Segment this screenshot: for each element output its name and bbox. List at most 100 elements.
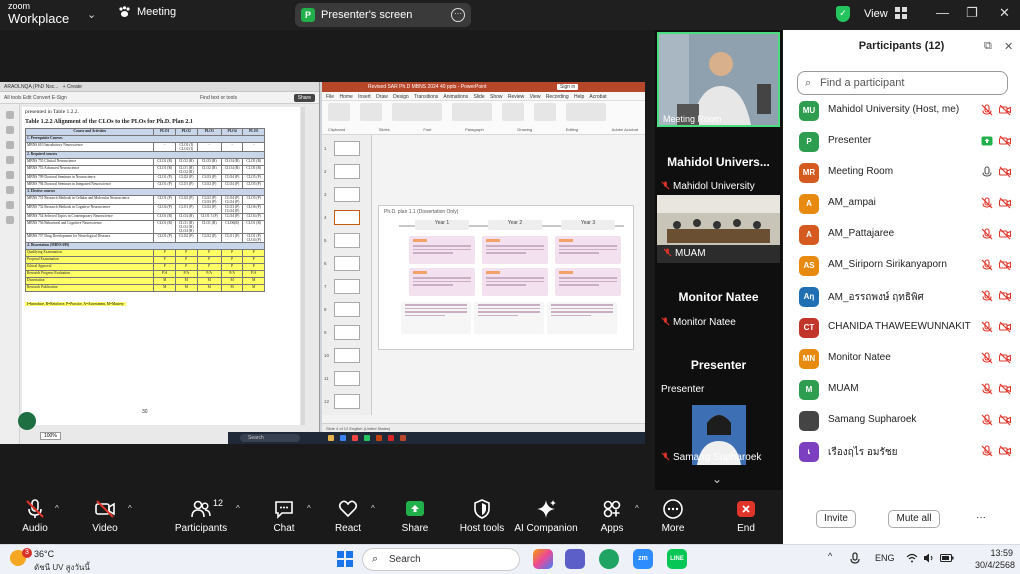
participant-row[interactable]: MN Monitor Natee <box>799 344 1013 374</box>
participant-row[interactable]: MR Meeting Room <box>799 158 1013 188</box>
participant-row[interactable]: เ เรืองฤไร อมรัชย <box>799 437 1013 467</box>
pdf-create-tab[interactable]: + Create <box>63 84 82 90</box>
close-icon[interactable]: ✕ <box>999 5 1010 21</box>
camera-off-icon[interactable] <box>999 166 1011 178</box>
participant-search-input[interactable]: ⌕ Find a participant <box>797 71 1008 95</box>
edit-pen-icon[interactable] <box>18 412 36 430</box>
zoom-app-icon[interactable]: zm <box>633 549 653 569</box>
pdf-find[interactable]: Find text or tools <box>200 95 237 101</box>
slide-canvas[interactable]: Ph.D. plan 1.1 (Dissertation Only) Year … <box>378 205 634 350</box>
camera-off-icon[interactable] <box>999 259 1011 271</box>
more-options-button[interactable]: ··· <box>971 510 991 528</box>
camera-off-icon[interactable] <box>999 135 1011 147</box>
mic-muted-icon[interactable] <box>981 445 993 457</box>
participant-row[interactable]: A AM_ampai <box>799 189 1013 219</box>
slide-thumbnail[interactable] <box>334 233 360 248</box>
tool-icon[interactable] <box>5 201 14 209</box>
ppt-menu-bar[interactable]: File Home Insert Draw Design Transitions… <box>322 92 645 101</box>
pdf-tab[interactable]: ARAOLNQA (PhD Nsc... <box>4 84 58 90</box>
caret-up-icon[interactable]: ^ <box>55 504 59 513</box>
ai-companion-button[interactable]: AI Companion <box>508 498 584 534</box>
screen-share-pill[interactable]: P Presenter's screen ··· <box>295 3 471 27</box>
slide-thumbnail[interactable] <box>334 141 360 156</box>
host-tools-button[interactable]: Host tools <box>447 498 517 534</box>
ribbon-group[interactable] <box>452 103 492 121</box>
slide-thumbnail[interactable] <box>334 210 360 225</box>
shared-screen[interactable]: ARAOLNQA (PhD Nsc... + Create All tools … <box>0 82 645 444</box>
camera-off-icon[interactable] <box>999 228 1011 240</box>
slide-thumbnail[interactable] <box>334 394 360 409</box>
app-icon[interactable] <box>376 435 382 441</box>
tool-icon[interactable] <box>5 141 14 149</box>
more-button[interactable]: More <box>638 498 708 534</box>
chevron-down-icon[interactable]: ⌄ <box>87 8 96 21</box>
slide-thumbnail[interactable] <box>334 256 360 271</box>
mute-all-button[interactable]: Mute all <box>888 510 940 528</box>
app-icon[interactable] <box>352 435 358 441</box>
close-icon[interactable]: ✕ <box>1004 40 1013 53</box>
mic-muted-icon[interactable] <box>981 259 993 271</box>
participant-row[interactable]: AS AM_Siriporn Sirikanyaporn <box>799 251 1013 281</box>
volume-icon[interactable] <box>923 553 935 563</box>
taskbar-search-input[interactable]: ⌕ Search <box>362 548 520 571</box>
camera-off-icon[interactable] <box>999 445 1011 457</box>
language-indicator[interactable]: ENG <box>875 553 895 563</box>
edge-icon[interactable] <box>599 549 619 569</box>
caret-up-icon[interactable]: ^ <box>128 504 132 513</box>
ribbon-group[interactable] <box>534 103 556 121</box>
inner-search[interactable]: Search <box>240 434 300 442</box>
mic-muted-icon[interactable] <box>981 104 993 116</box>
slide-thumbnail[interactable] <box>334 348 360 363</box>
slide-thumbnail[interactable] <box>334 371 360 386</box>
camera-off-icon[interactable] <box>999 290 1011 302</box>
view-button[interactable]: View <box>864 7 907 20</box>
app-icon[interactable] <box>400 435 406 441</box>
windows-start-icon[interactable] <box>337 551 353 567</box>
screen-share-icon[interactable] <box>981 135 993 147</box>
camera-off-icon[interactable] <box>999 414 1011 426</box>
camera-off-icon[interactable] <box>999 197 1011 209</box>
tool-icon[interactable] <box>5 111 14 119</box>
chevron-down-icon[interactable]: ⌄ <box>712 472 722 486</box>
slide-thumbnail[interactable] <box>334 279 360 294</box>
tool-icon[interactable] <box>5 156 14 164</box>
participant-row[interactable]: M MUAM <box>799 375 1013 405</box>
participant-row[interactable]: CT CHANIDA THAWEEWUNNAKIT <box>799 313 1013 343</box>
share-button[interactable]: Share <box>380 498 450 534</box>
slide-thumbnail[interactable] <box>334 187 360 202</box>
mic-muted-icon[interactable] <box>981 321 993 333</box>
participant-row[interactable]: Aη AM_อรรถพงษ์ ฤทธิพิศ <box>799 282 1013 312</box>
app-icon[interactable] <box>364 435 370 441</box>
video-tile-meeting-room[interactable]: Meeting Room <box>657 32 780 127</box>
participant-row[interactable]: A AM_Pattajaree <box>799 220 1013 250</box>
slide-thumbnail[interactable] <box>334 302 360 317</box>
participant-row[interactable]: MU Mahidol University (Host, me) <box>799 96 1013 126</box>
meeting-info-button[interactable]: Meeting <box>118 6 176 18</box>
app-icon[interactable] <box>340 435 346 441</box>
mic-muted-icon[interactable] <box>981 352 993 364</box>
ribbon-group[interactable] <box>328 103 350 121</box>
mic-muted-icon[interactable] <box>981 197 993 209</box>
participant-row[interactable]: P Presenter <box>799 127 1013 157</box>
camera-off-icon[interactable] <box>999 383 1011 395</box>
mic-icon[interactable] <box>850 552 860 566</box>
slide-thumbnail[interactable] <box>334 164 360 179</box>
restore-icon[interactable]: ❐ <box>966 5 978 21</box>
audio-button[interactable]: Audio ^ <box>0 498 70 534</box>
caret-up-icon[interactable]: ^ <box>371 504 375 513</box>
mic-muted-icon[interactable] <box>981 290 993 302</box>
caret-up-icon[interactable]: ^ <box>236 504 240 513</box>
chevron-up-icon[interactable]: ^ <box>828 551 832 561</box>
ribbon-group[interactable] <box>502 103 524 121</box>
mic-icon[interactable] <box>981 166 993 178</box>
battery-icon[interactable] <box>940 554 954 562</box>
minimize-icon[interactable]: — <box>936 5 949 20</box>
tool-icon[interactable] <box>5 171 14 179</box>
camera-off-icon[interactable] <box>999 104 1011 116</box>
camera-off-icon[interactable] <box>999 321 1011 333</box>
shield-check-icon[interactable]: ✓ <box>836 6 850 22</box>
pop-out-icon[interactable]: ⧉ <box>984 40 992 53</box>
pdf-tools[interactable]: All tools Edit Convert E-Sign <box>4 95 67 101</box>
app-icon[interactable] <box>328 435 334 441</box>
participants-button[interactable]: 12 Participants ^ <box>166 498 240 534</box>
